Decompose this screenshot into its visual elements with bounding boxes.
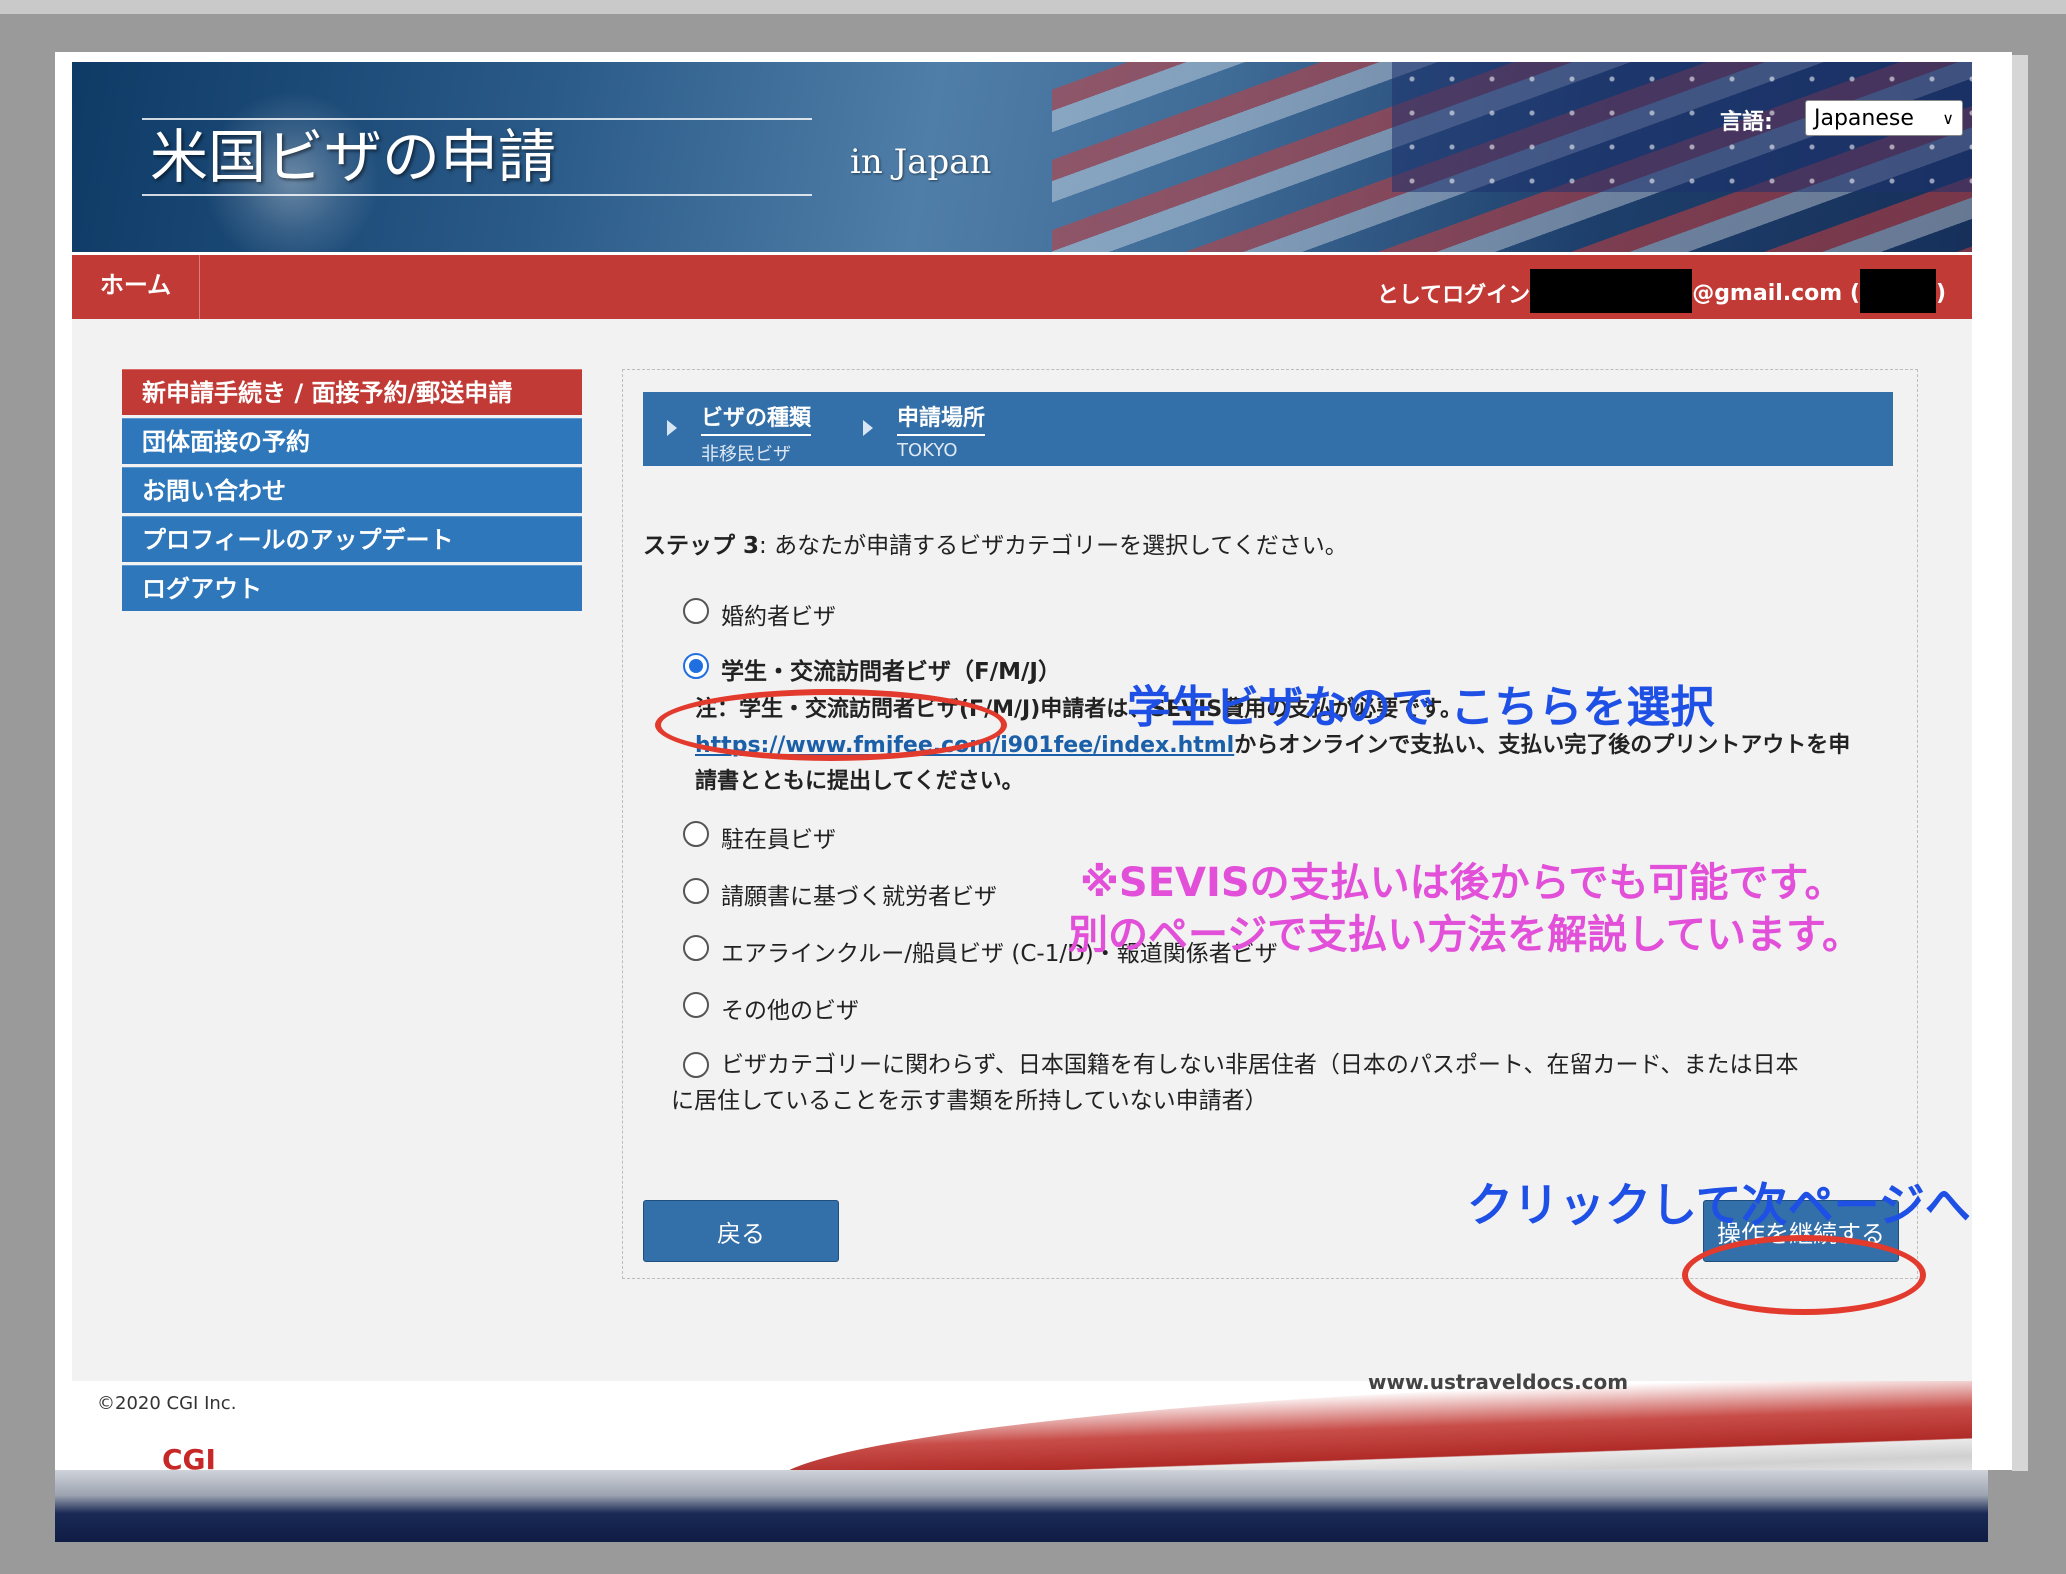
option-expat-visa[interactable]: 駐在員ビザ <box>683 820 836 854</box>
annotation-highlight-continue <box>1682 1235 1926 1315</box>
visa-category-panel: ビザの種類 非移民ビザ 申請場所 TOKYO ステップ 3: あなたが申請するビ… <box>622 369 1918 1279</box>
page-title: 米国ビザの申請 <box>142 118 812 196</box>
option-label-line-1: ビザカテゴリーに関わらず、日本国籍を有しない非居住者（日本のパスポート、在留カー… <box>721 1052 1799 1078</box>
language-value: Japanese <box>1814 105 1914 131</box>
step-value: TOKYO <box>897 440 958 461</box>
login-info: としてログイン @gmail.com ( ) <box>1376 269 1946 313</box>
radio-button-selected[interactable] <box>683 653 709 679</box>
bottom-wave-decoration <box>55 1470 1988 1542</box>
step-location: 申請場所 TOKYO <box>863 400 986 461</box>
chevron-down-icon: ∨ <box>1942 108 1954 128</box>
sidebar-item-contact[interactable]: お問い合わせ <box>122 467 582 513</box>
site-url: www.ustraveldocs.com <box>1368 1370 1629 1394</box>
top-strip <box>0 0 2066 14</box>
radio-button[interactable] <box>683 1052 709 1078</box>
radio-button[interactable] <box>683 992 709 1018</box>
progress-steps: ビザの種類 非移民ビザ 申請場所 TOKYO <box>643 392 1893 466</box>
right-strip <box>2012 55 2028 1471</box>
option-label-line-2: に居住していることを示す書類を所持していない申請者） <box>671 1088 1268 1114</box>
sidebar-item-logout[interactable]: ログアウト <box>122 565 582 611</box>
copyright-text: ©2020 CGI Inc. <box>97 1393 237 1414</box>
option-student-visa[interactable]: 学生・交流訪問者ビザ（F/M/J） <box>683 652 1061 686</box>
annotation-highlight-student <box>655 689 1007 761</box>
login-email-suffix: @gmail.com ( <box>1692 280 1860 306</box>
step-label: ステップ 3 <box>643 533 760 559</box>
login-prefix: としてログイン <box>1376 283 1531 308</box>
step-value: 非移民ビザ <box>701 444 791 465</box>
redacted-email <box>1530 269 1693 313</box>
language-select[interactable]: Japanese ∨ <box>1805 100 1963 136</box>
main-content: 新申請手続き / 面接予約/郵送申請 団体面接の予約 お問い合わせ プロフィール… <box>72 319 1972 1381</box>
nav-home-link[interactable]: ホーム <box>72 255 200 319</box>
note-line-2-text: からオンラインで支払い、支払い完了後のプリントアウトを申 <box>1234 733 1851 758</box>
footer: CGI <box>72 1381 1972 1470</box>
page: 米国ビザの申請 in Japan 言語: Japanese ∨ ホーム としてロ… <box>55 52 2012 1470</box>
radio-button[interactable] <box>683 598 709 624</box>
step-title: ビザの種類 <box>701 400 812 436</box>
annotation-click-next: クリックして次ページへ <box>1467 1178 1971 1232</box>
radio-button[interactable] <box>683 821 709 847</box>
top-nav: ホーム としてログイン @gmail.com ( ) <box>72 255 1972 319</box>
step-question: ステップ 3: あなたが申請するビザカテゴリーを選択してください。 <box>643 526 1348 560</box>
option-other-visa[interactable]: その他のビザ <box>683 991 859 1025</box>
annotation-select-this: 学生ビザなので こちらを選択 <box>1127 682 1715 733</box>
option-label: 学生・交流訪問者ビザ（F/M/J） <box>721 659 1061 685</box>
note-line-3: 請書とともに提出してください。 <box>695 769 1024 794</box>
step-visa-type: ビザの種類 非移民ビザ <box>667 400 812 466</box>
option-fiance-visa[interactable]: 婚約者ビザ <box>683 597 836 631</box>
language-label: 言語: <box>1720 110 1773 135</box>
annotation-sevis-line-2: 別のページで支払い方法を解説しています。 <box>1068 912 1862 958</box>
option-label: 請願書に基づく就労者ビザ <box>721 884 997 910</box>
option-label: 婚約者ビザ <box>721 604 836 630</box>
sidebar-item-new-application[interactable]: 新申請手続き / 面接予約/郵送申請 <box>122 369 582 415</box>
sidebar-item-group-appointment[interactable]: 団体面接の予約 <box>122 418 582 464</box>
step-arrow-icon <box>863 420 873 436</box>
footer-wave-decoration <box>772 1381 1972 1470</box>
country-subtitle: in Japan <box>850 142 992 182</box>
sidebar-item-profile-update[interactable]: プロフィールのアップデート <box>122 516 582 562</box>
question-text: : あなたが申請するビザカテゴリーを選択してください。 <box>759 533 1348 559</box>
option-petition-visa[interactable]: 請願書に基づく就労者ビザ <box>683 877 997 911</box>
login-suffix: ) <box>1935 280 1946 306</box>
redacted-id <box>1859 269 1936 313</box>
cgi-logo: CGI <box>162 1443 216 1470</box>
option-label: 駐在員ビザ <box>721 827 836 853</box>
step-title: 申請場所 <box>897 400 986 436</box>
annotation-sevis-line-1: ※SEVISの支払いは後からでも可能です。 <box>1080 860 1845 906</box>
radio-button[interactable] <box>683 935 709 961</box>
step-arrow-icon <box>667 420 677 436</box>
option-label: その他のビザ <box>721 998 859 1024</box>
header-banner: 米国ビザの申請 in Japan 言語: Japanese ∨ <box>72 62 1972 252</box>
radio-button[interactable] <box>683 878 709 904</box>
sidebar: 新申請手続き / 面接予約/郵送申請 団体面接の予約 お問い合わせ プロフィール… <box>122 369 582 614</box>
option-nonresident[interactable]: ビザカテゴリーに関わらず、日本国籍を有しない非居住者（日本のパスポート、在留カー… <box>671 1047 1883 1119</box>
back-button[interactable]: 戻る <box>643 1200 839 1262</box>
